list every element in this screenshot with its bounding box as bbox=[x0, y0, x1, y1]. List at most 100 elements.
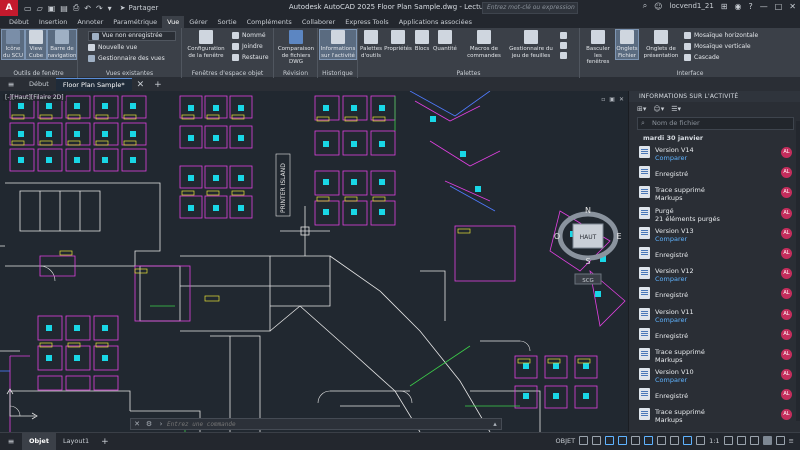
view-manager-button[interactable]: Gestionnaire des vues bbox=[88, 55, 165, 62]
autocad-logo[interactable]: A bbox=[0, 0, 18, 16]
user-avatar[interactable]: AL bbox=[781, 187, 792, 199]
file-tabs-button[interactable]: Onglets Fichier bbox=[615, 29, 639, 60]
ortho-mode-icon[interactable] bbox=[605, 436, 615, 445]
annotation-scale[interactable]: 1:1 bbox=[709, 437, 719, 445]
palette-scrollbar[interactable] bbox=[796, 121, 800, 421]
viewport-controls-label[interactable]: [-][Haut][Filaire 2D] bbox=[3, 94, 66, 101]
layout-menu-icon[interactable]: ≡ bbox=[0, 437, 22, 446]
tab-layout1[interactable]: Layout1 bbox=[56, 433, 96, 450]
redo-icon[interactable]: ↷ bbox=[96, 4, 103, 13]
activity-item[interactable]: Enregistré AL bbox=[637, 244, 800, 264]
properties-button[interactable]: Propriétés bbox=[384, 30, 412, 53]
compare-link[interactable]: Comparer bbox=[655, 275, 687, 283]
maximize-icon[interactable]: □ bbox=[775, 2, 783, 11]
navigation-bar-button[interactable]: Barre de navigation bbox=[47, 29, 77, 60]
grid-icon[interactable] bbox=[579, 436, 589, 445]
filter-events-icon[interactable]: ⊞▾ bbox=[637, 105, 646, 113]
add-layout-icon[interactable]: + bbox=[96, 437, 114, 447]
user-avatar[interactable]: AL bbox=[781, 409, 792, 421]
keyword-search-input[interactable]: Entrez mot-clé ou expression bbox=[482, 2, 578, 14]
quantity-button[interactable]: Quantité bbox=[432, 30, 458, 53]
tab-parametrique[interactable]: Paramétrique bbox=[108, 16, 162, 28]
activity-item[interactable]: Enregistré AL bbox=[637, 284, 800, 304]
switch-windows-button[interactable]: Basculer les fenêtres bbox=[582, 30, 614, 66]
username[interactable]: locvend1_21 bbox=[670, 2, 714, 10]
command-line[interactable]: ✕ ⚙ › ▴ bbox=[130, 418, 502, 430]
tab-gerer[interactable]: Gérer bbox=[184, 16, 212, 28]
date-group-header[interactable]: mardi 30 janvier bbox=[629, 133, 800, 143]
object-snap-icon[interactable] bbox=[644, 436, 654, 445]
activity-item[interactable]: Purgé 21 éléments purgés AL bbox=[637, 204, 800, 224]
tab-applications-associees[interactable]: Applications associées bbox=[394, 16, 477, 28]
close-viewport-icon[interactable]: ✕ bbox=[619, 96, 624, 103]
activity-item[interactable]: Version V13 Comparer AL bbox=[637, 224, 800, 244]
floor-plan-drawing[interactable]: PRINTER ISLAND bbox=[0, 91, 628, 432]
snap-mode-icon[interactable] bbox=[592, 436, 602, 445]
auto-scale-icon[interactable] bbox=[696, 436, 706, 445]
filename-search-input[interactable]: ⌕ Nom de fichier bbox=[637, 117, 794, 130]
compass-south[interactable]: S bbox=[585, 257, 590, 266]
tab-annoter[interactable]: Annoter bbox=[72, 16, 108, 28]
sheet-set-manager-button[interactable]: Gestionnaire du jeu de feuilles bbox=[506, 30, 556, 59]
share-button[interactable]: ➤ Partager bbox=[120, 4, 159, 12]
doc-tab-start[interactable]: Début bbox=[22, 78, 56, 91]
activity-item[interactable]: Trace supprimé Markups AL bbox=[637, 183, 800, 203]
activity-item[interactable]: Trace supprimé Markups AL bbox=[637, 405, 800, 425]
undo-icon[interactable]: ↶ bbox=[84, 4, 91, 13]
help-icon[interactable]: ? bbox=[748, 2, 752, 11]
open-file-icon[interactable]: ▱ bbox=[37, 4, 43, 13]
new-file-icon[interactable]: ▭ bbox=[24, 4, 32, 13]
activity-item[interactable]: Version V12 Comparer AL bbox=[637, 264, 800, 284]
connect-icon[interactable]: ◉ bbox=[735, 2, 742, 11]
hardware-acceleration-icon[interactable] bbox=[762, 436, 772, 445]
dwg-compare-button[interactable]: Comparaison de fichiers DWG bbox=[275, 30, 317, 66]
tile-vertical-button[interactable]: Mosaïque verticale bbox=[684, 43, 751, 50]
tab-model[interactable]: Objet bbox=[22, 433, 56, 450]
clean-screen-icon[interactable] bbox=[775, 436, 785, 445]
user-avatar[interactable]: AL bbox=[781, 167, 792, 179]
activity-item[interactable]: Version V11 Comparer AL bbox=[637, 305, 800, 325]
tab-insertion[interactable]: Insertion bbox=[34, 16, 73, 28]
user-avatar[interactable]: AL bbox=[781, 389, 792, 401]
user-avatar[interactable]: AL bbox=[781, 247, 792, 259]
polar-tracking-icon[interactable] bbox=[618, 436, 628, 445]
filter-users-icon[interactable]: ☺▾ bbox=[653, 105, 664, 113]
compass-west[interactable]: O bbox=[554, 232, 560, 241]
compass-east[interactable]: E bbox=[616, 232, 621, 241]
palette-small-icon[interactable] bbox=[560, 42, 567, 49]
new-tab-icon[interactable]: + bbox=[149, 80, 167, 90]
annotation-visibility-icon[interactable] bbox=[683, 436, 693, 445]
viewport-config-button[interactable]: Configuration de la fenêtre bbox=[184, 30, 228, 59]
search-icon[interactable]: ⌕ bbox=[643, 1, 647, 11]
compare-link[interactable]: Comparer bbox=[655, 154, 687, 162]
close-command-icon[interactable]: ✕ bbox=[131, 419, 143, 429]
tool-palettes-button[interactable]: Palettes d'outils bbox=[360, 30, 382, 59]
user-icon[interactable]: ☺ bbox=[654, 2, 662, 11]
activity-item[interactable]: Enregistré AL bbox=[637, 385, 800, 405]
cart-icon[interactable]: ⊞ bbox=[721, 2, 728, 11]
user-avatar[interactable]: AL bbox=[781, 288, 792, 300]
model-space-label[interactable]: OBJET bbox=[556, 437, 576, 445]
close-icon[interactable]: ✕ bbox=[789, 2, 796, 11]
close-tab-icon[interactable]: ✕ bbox=[132, 80, 150, 90]
user-avatar[interactable]: AL bbox=[781, 308, 792, 320]
list-view-icon[interactable]: ☰▾ bbox=[671, 105, 681, 113]
print-icon[interactable]: ⎙ bbox=[73, 3, 79, 13]
lineweight-icon[interactable] bbox=[657, 436, 667, 445]
user-avatar[interactable]: AL bbox=[781, 328, 792, 340]
join-viewport-button[interactable]: Joindre bbox=[232, 43, 263, 50]
user-avatar[interactable]: AL bbox=[781, 348, 792, 360]
menu-icon[interactable]: ≡ bbox=[0, 80, 22, 89]
tile-horizontal-button[interactable]: Mosaïque horizontale bbox=[684, 32, 758, 39]
user-avatar[interactable]: AL bbox=[781, 207, 792, 219]
user-avatar[interactable]: AL bbox=[781, 147, 792, 158]
transparency-icon[interactable] bbox=[670, 436, 680, 445]
tab-collaborer[interactable]: Collaborer bbox=[297, 16, 340, 28]
maximize-viewport-icon[interactable]: ▣ bbox=[609, 96, 615, 103]
user-avatar[interactable]: AL bbox=[781, 227, 792, 239]
command-input[interactable] bbox=[167, 420, 489, 428]
command-macros-button[interactable]: Macros de commandes bbox=[464, 30, 504, 59]
isodraft-icon[interactable] bbox=[631, 436, 641, 445]
restore-viewport-icon[interactable]: ▫ bbox=[601, 96, 605, 103]
tab-debut[interactable]: Début bbox=[4, 16, 34, 28]
